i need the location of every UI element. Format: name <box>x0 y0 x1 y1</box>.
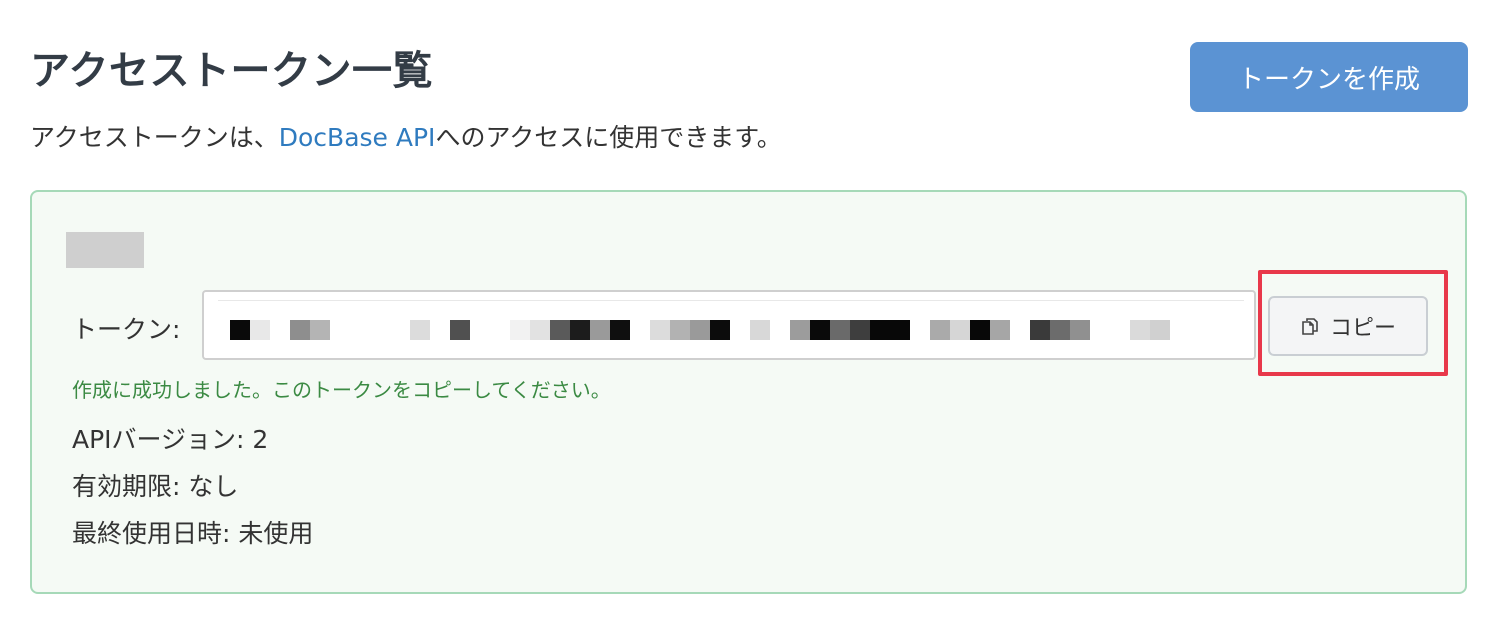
description-suffix: へのアクセスに使用できます。 <box>435 123 782 152</box>
token-field[interactable] <box>202 290 1256 360</box>
api-version: APIバージョン: 2 <box>72 425 269 454</box>
description: アクセストークンは、DocBase APIへのアクセスに使用できます。 <box>30 118 782 154</box>
token-label: トークン: <box>72 315 181 344</box>
token-field-inner-line <box>218 300 1244 301</box>
page-title: アクセストークン一覧 <box>30 48 433 94</box>
copy-button-label: コピー <box>1329 316 1396 341</box>
token-value-redacted <box>230 320 1230 340</box>
docbase-api-link[interactable]: DocBase API <box>279 123 436 152</box>
token-panel: トークン: コピー 作成に成功しました。このトークンをコピーしてください。 AP… <box>30 190 1467 594</box>
token-name-redacted <box>66 232 144 268</box>
copy-icon <box>1302 318 1318 335</box>
copy-token-button[interactable]: コピー <box>1268 296 1428 356</box>
expiry: 有効期限: なし <box>72 472 239 501</box>
success-message: 作成に成功しました。このトークンをコピーしてください。 <box>72 378 611 402</box>
create-token-button[interactable]: トークンを作成 <box>1190 42 1468 112</box>
description-prefix: アクセストークンは、 <box>30 123 279 152</box>
last-used: 最終使用日時: 未使用 <box>72 519 314 548</box>
